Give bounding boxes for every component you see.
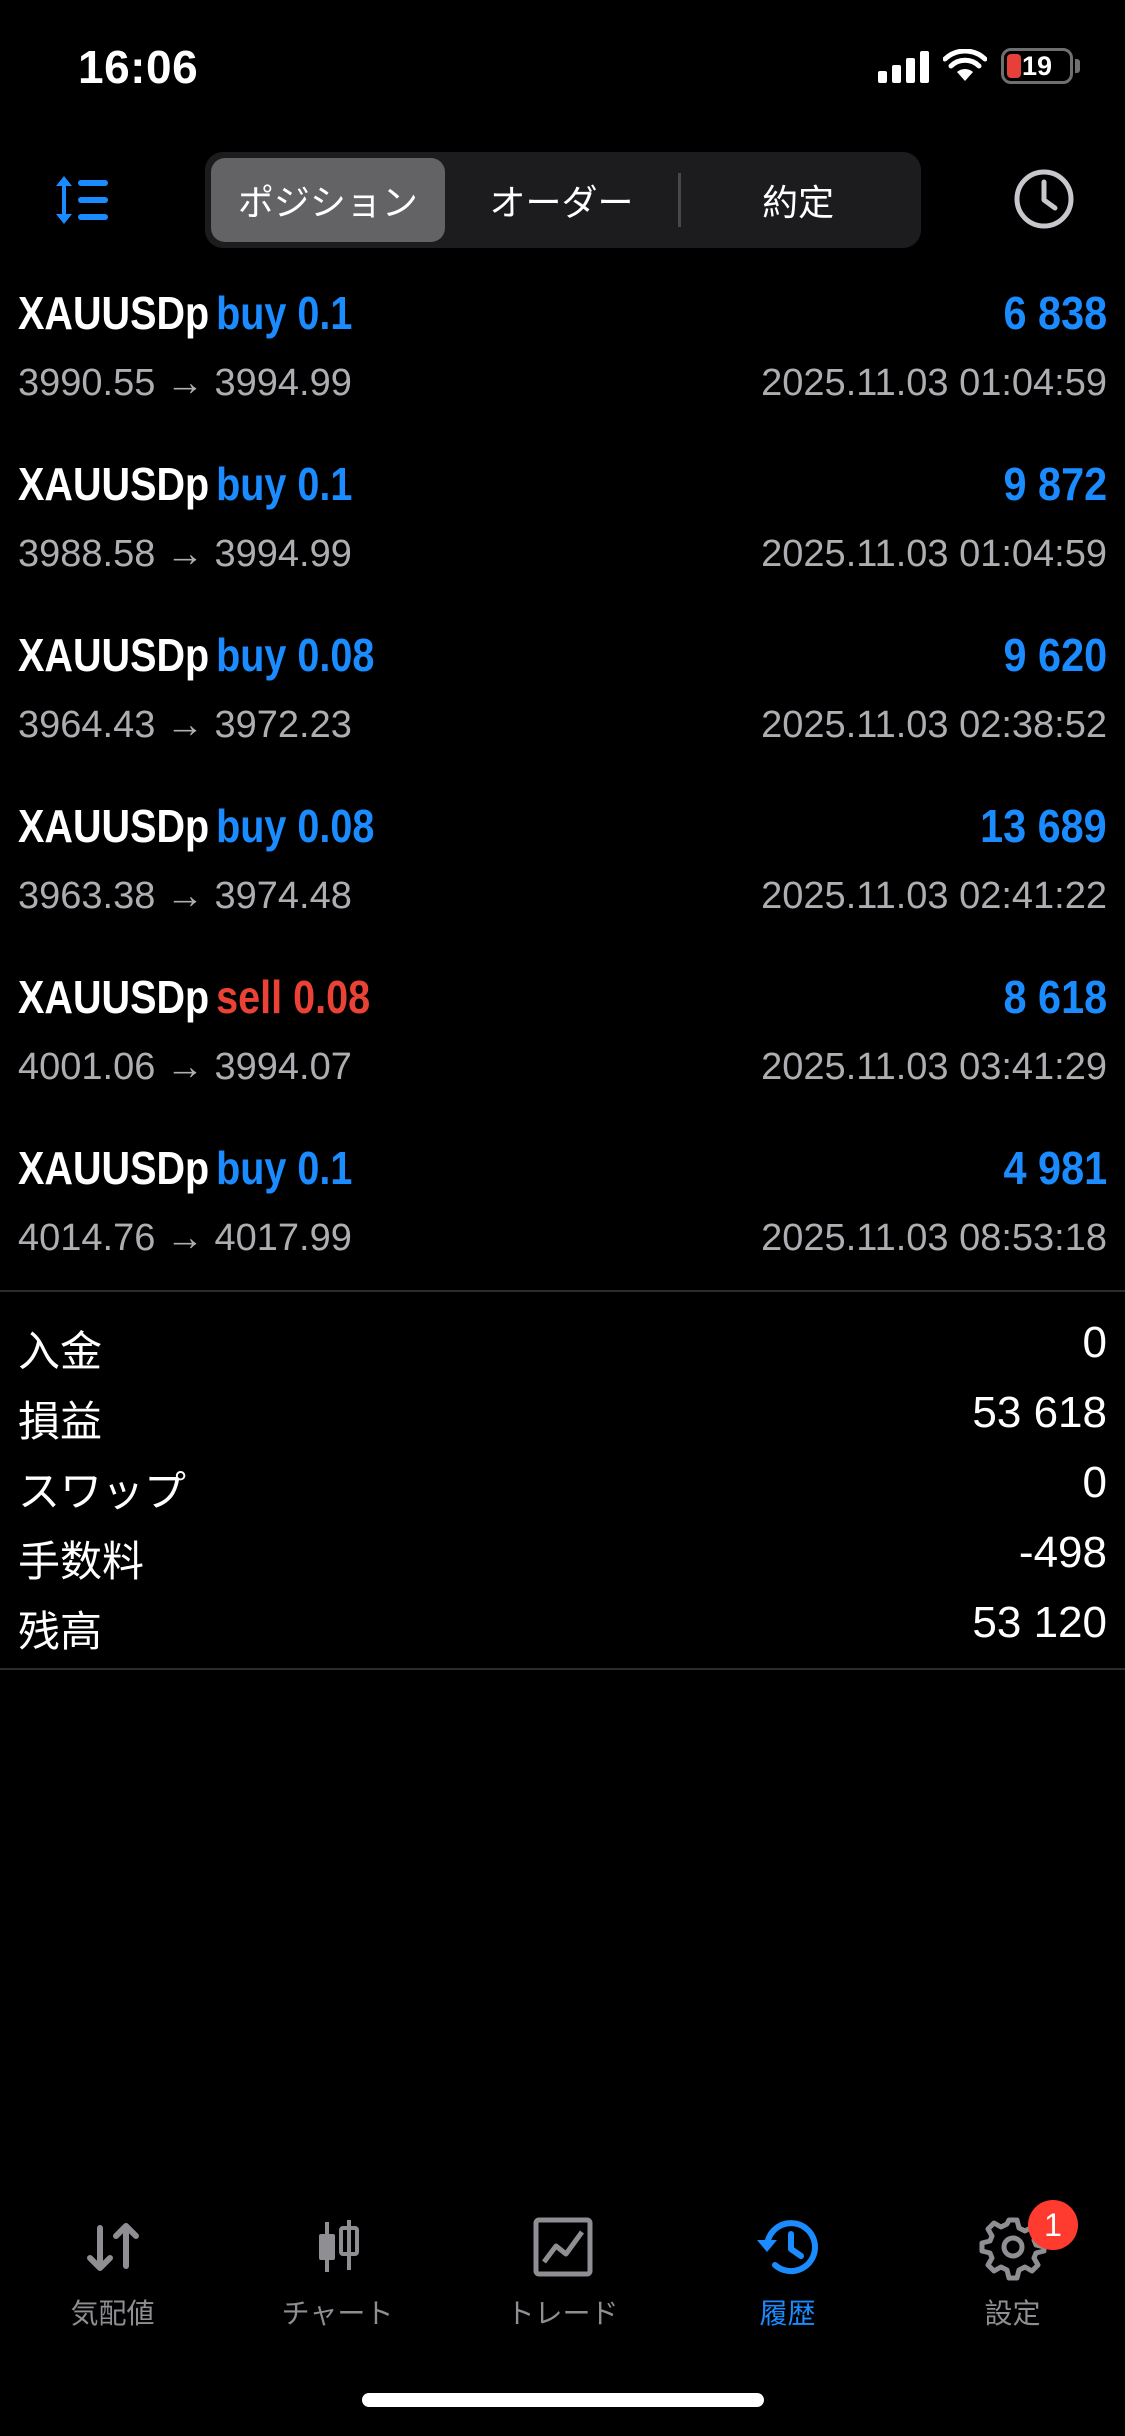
cellular-signal-icon — [878, 49, 929, 83]
deal-prices: 3963.38 → 3974.48 — [18, 875, 352, 917]
deal-direction: buy 0.1 — [216, 458, 353, 510]
list-item[interactable]: XAUUSDp sell 0.08 8 618 4001.06 → 3994.07… — [0, 954, 1125, 1125]
tab-chart[interactable]: チャート — [225, 2200, 450, 2340]
arrows-up-down-icon — [86, 2223, 139, 2271]
deal-direction: buy 0.1 — [216, 287, 353, 339]
deal-time: 2025.11.03 02:41:22 — [761, 875, 1107, 917]
tab-trade[interactable]: トレード — [450, 2200, 675, 2340]
deal-direction: buy 0.1 — [216, 1142, 353, 1194]
summary-row-commission: 手数料 -498 — [0, 1520, 1125, 1590]
divider — [0, 1668, 1125, 1670]
tab-label: 設定 — [984, 2298, 1041, 2329]
deal-direction: sell 0.08 — [216, 971, 371, 1023]
deal-time: 2025.11.03 03:41:29 — [761, 1046, 1107, 1088]
segmented-control: ポジション オーダー 約定 — [205, 152, 921, 248]
home-indicator — [362, 2393, 764, 2407]
deal-prices: 3990.55 → 3994.99 — [18, 362, 352, 404]
deal-prices: 3964.43 → 3972.23 — [18, 704, 352, 746]
tab-label: トレード — [506, 2298, 619, 2329]
clock-icon[interactable] — [1013, 168, 1075, 230]
summary-label: 手数料 — [18, 1538, 145, 1585]
deal-profit: 9 620 — [1003, 629, 1107, 681]
summary-label: スワップ — [18, 1468, 187, 1515]
sort-icon[interactable] — [52, 172, 112, 228]
candlestick-icon — [318, 2220, 359, 2272]
summary-value: 0 — [1082, 1458, 1107, 1507]
deal-prices: 4014.76 → 4017.99 — [18, 1217, 352, 1259]
summary-value: 0 — [1082, 1318, 1107, 1367]
tab-label: 履歴 — [759, 2298, 816, 2329]
summary-label: 損益 — [18, 1398, 103, 1445]
summary-row-balance: 残高 53 120 — [0, 1590, 1125, 1660]
deal-symbol: XAUUSDp buy 0.08 — [18, 800, 375, 852]
deal-direction: buy 0.08 — [216, 800, 375, 852]
summary-row-deposit: 入金 0 — [0, 1310, 1125, 1380]
tab-quotes[interactable]: 気配値 — [0, 2200, 225, 2340]
tab-positions[interactable]: ポジション — [211, 158, 445, 242]
tab-label: 気配値 — [70, 2298, 155, 2329]
status-icons: 19 — [878, 48, 1080, 84]
deal-prices: 3988.58 → 3994.99 — [18, 533, 352, 575]
summary-label: 残高 — [18, 1608, 103, 1655]
summary-value: -498 — [1018, 1528, 1107, 1577]
summary-value: 53 120 — [972, 1598, 1107, 1647]
deal-symbol: XAUUSDp buy 0.1 — [18, 287, 353, 339]
deal-profit: 9 872 — [1003, 458, 1107, 510]
divider — [0, 1290, 1125, 1292]
notification-badge: 1 — [1028, 2200, 1078, 2250]
list-item[interactable]: XAUUSDp buy 0.08 13 689 3963.38 → 3974.48… — [0, 783, 1125, 954]
deal-prices: 4001.06 → 3994.07 — [18, 1046, 352, 1088]
tab-orders[interactable]: オーダー — [445, 158, 679, 242]
deal-time: 2025.11.03 08:53:18 — [761, 1217, 1107, 1259]
list-item[interactable]: XAUUSDp buy 0.1 4 981 4014.76 → 4017.99 2… — [0, 1125, 1125, 1296]
tab-deals[interactable]: 約定 — [681, 158, 915, 242]
tab-bar: 気配値 チャート トレード 履歴 設定 1 — [0, 2200, 1125, 2340]
deal-time: 2025.11.03 01:04:59 — [761, 362, 1107, 404]
deals-list: XAUUSDp buy 0.1 6 838 3990.55 → 3994.99 2… — [0, 270, 1125, 1296]
tab-history[interactable]: 履歴 — [675, 2200, 900, 2340]
summary-label: 入金 — [18, 1328, 103, 1375]
trade-chart-icon — [533, 2217, 592, 2277]
list-item[interactable]: XAUUSDp buy 0.1 9 872 3988.58 → 3994.99 2… — [0, 441, 1125, 612]
battery-icon: 19 — [1001, 48, 1080, 84]
battery-level: 19 — [1021, 50, 1053, 81]
summary-row-swap: スワップ 0 — [0, 1450, 1125, 1520]
deal-time: 2025.11.03 01:04:59 — [761, 533, 1107, 575]
list-item[interactable]: XAUUSDp buy 0.1 6 838 3990.55 → 3994.99 2… — [0, 270, 1125, 441]
tab-label: チャート — [281, 2298, 394, 2329]
header: ポジション オーダー 約定 — [0, 150, 1125, 250]
deal-symbol: XAUUSDp buy 0.08 — [18, 629, 375, 681]
deal-profit: 8 618 — [1003, 971, 1107, 1023]
status-time: 16:06 — [78, 41, 199, 93]
deal-symbol: XAUUSDp sell 0.08 — [18, 971, 371, 1023]
tab-settings[interactable]: 設定 1 — [900, 2200, 1125, 2340]
history-icon — [756, 2220, 818, 2275]
deal-symbol: XAUUSDp buy 0.1 — [18, 458, 353, 510]
list-item[interactable]: XAUUSDp buy 0.08 9 620 3964.43 → 3972.23 … — [0, 612, 1125, 783]
deal-profit: 6 838 — [1003, 287, 1107, 339]
deal-profit: 13 689 — [980, 800, 1107, 852]
status-bar: 16:06 19 — [0, 0, 1125, 135]
deal-profit: 4 981 — [1003, 1142, 1107, 1194]
deal-symbol: XAUUSDp buy 0.1 — [18, 1142, 353, 1194]
summary-row-profit: 損益 53 618 — [0, 1380, 1125, 1450]
summary: 入金 0 損益 53 618 スワップ 0 手数料 -498 残高 53 120 — [0, 1310, 1125, 1660]
deal-time: 2025.11.03 02:38:52 — [761, 704, 1107, 746]
summary-value: 53 618 — [972, 1388, 1107, 1437]
deal-direction: buy 0.08 — [216, 629, 375, 681]
wifi-icon — [943, 49, 987, 81]
